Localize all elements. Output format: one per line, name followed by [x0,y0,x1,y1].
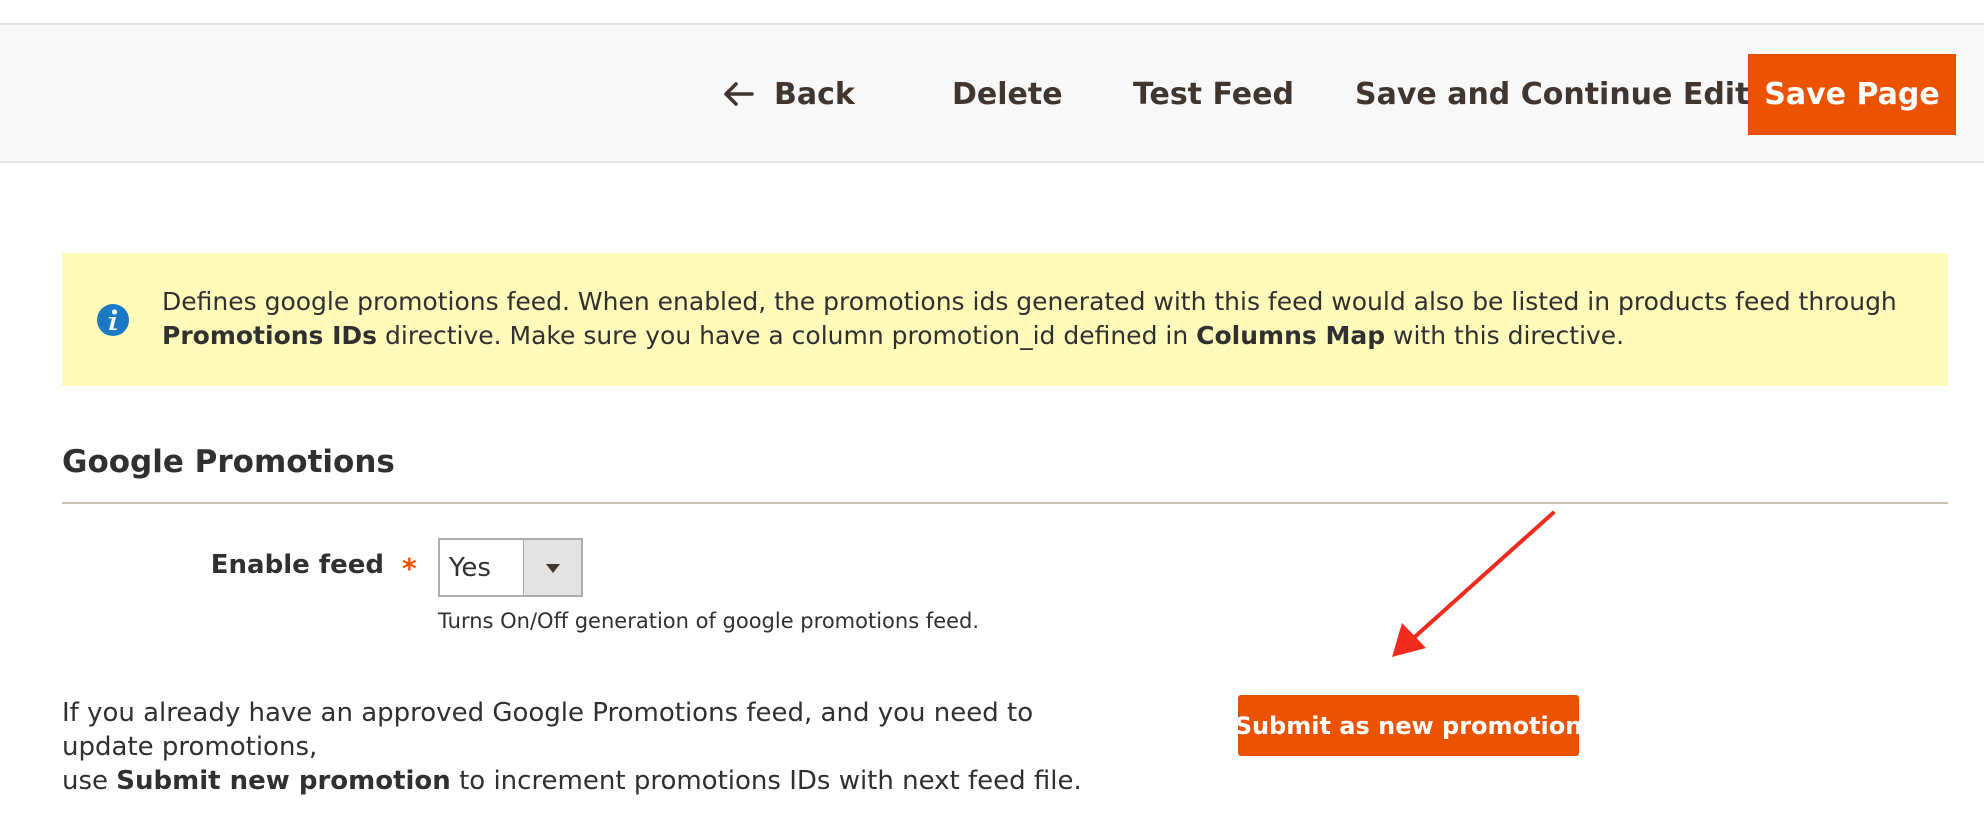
info-icon [97,304,129,336]
notice-promotions-ids: Promotions IDs [162,321,378,350]
back-label: Back [774,76,855,112]
enable-feed-note: Turns On/Off generation of google promot… [438,609,980,633]
caret-down-icon [546,564,560,573]
page-actions-toolbar: Back Delete Test Feed Save and Continue … [0,25,1984,163]
submit-as-new-promotion-button[interactable]: Submit as new promotion [1235,695,1582,756]
arrow-left-icon [724,82,754,106]
notice-text: Defines google promotions feed. When ena… [162,285,1922,353]
enable-feed-label: Enable feed [210,550,384,580]
explanation-suffix: to increment promotions IDs with next fe… [450,766,1082,796]
test-feed-label: Test Feed [1133,76,1294,112]
select-toggle[interactable] [523,540,581,595]
test-feed-button[interactable]: Test Feed [1133,25,1294,163]
explanation-prefix: use [62,766,117,796]
save-and-continue-label: Save and Continue Edit [1355,76,1750,112]
notice-text-part2: directive. Make sure you have a column p… [377,321,1197,350]
delete-button[interactable]: Delete [952,25,1063,163]
enable-feed-selected-value: Yes [449,553,491,583]
save-and-continue-button[interactable]: Save and Continue Edit [1355,25,1749,163]
section-divider [62,502,1948,504]
resubmit-explanation: If you already have an approved Google P… [62,696,1102,798]
page-top-strip [0,0,1984,25]
delete-label: Delete [952,76,1063,112]
annotation-arrow-icon [1392,511,1555,657]
notice-columns-map: Columns Map [1196,321,1386,350]
save-page-button[interactable]: Save Page [1748,54,1956,135]
submit-as-new-promotion-label: Submit as new promotion [1234,711,1583,740]
back-button[interactable]: Back [722,25,855,163]
explanation-line2: use Submit new promotion to increment pr… [62,764,1102,798]
notice-text-part3: with this directive. [1385,321,1625,350]
required-asterisk: * [402,552,417,585]
enable-feed-select[interactable]: Yes [438,538,583,597]
explanation-line1: If you already have an approved Google P… [62,698,1034,762]
info-notice: Defines google promotions feed. When ena… [62,253,1948,386]
section-title: Google Promotions [62,444,395,480]
save-page-label: Save Page [1764,77,1940,112]
explanation-submit-new-promotion: Submit new promotion [116,766,451,796]
notice-text-part1: Defines google promotions feed. When ena… [162,287,1897,316]
